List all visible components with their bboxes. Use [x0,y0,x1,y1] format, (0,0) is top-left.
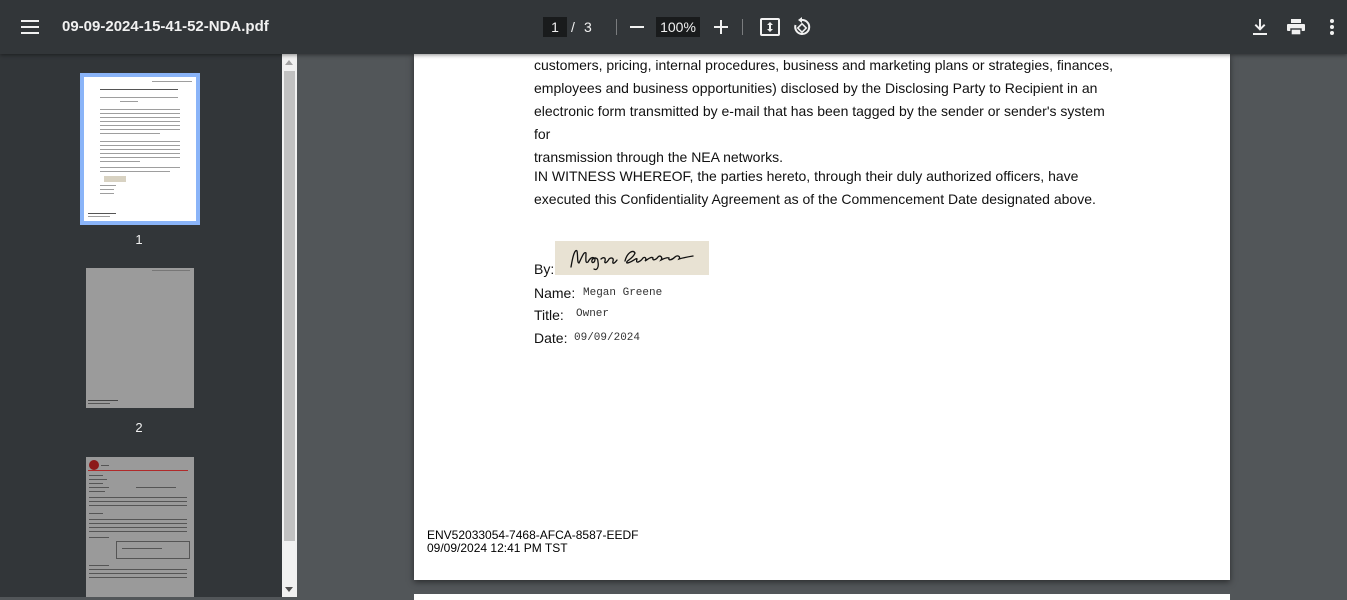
page-thumbnail-3[interactable] [86,457,194,597]
page-thumbnail-1[interactable] [80,73,200,225]
rotate-icon[interactable] [790,15,814,39]
envelope-timestamp: 09/09/2024 12:41 PM TST [427,541,568,555]
zoom-out-icon[interactable] [626,15,648,39]
paragraph-line: electronic form transmitted by e-mail th… [534,103,1105,142]
title-value: Owner [576,308,610,320]
title-label: Title: [534,307,564,323]
thumbnail-page-content [86,79,194,219]
confidential-info-paragraph: customers, pricing, internal procedures,… [534,54,1114,169]
download-icon[interactable] [1248,15,1272,39]
sidebar-scrollbar[interactable] [282,54,297,597]
thumbnail-sidebar: 1 2 [0,54,282,597]
signature-image [555,241,709,275]
name-label: Name: [534,285,576,301]
scroll-down-arrow-icon[interactable] [285,587,293,592]
total-pages: 3 [584,19,592,35]
zoom-in-icon[interactable] [710,15,732,39]
paragraph-line: customers, pricing, internal procedures,… [534,57,1113,73]
document-page: customers, pricing, internal procedures,… [414,54,1230,580]
print-icon[interactable] [1284,15,1308,39]
toolbar-divider [742,19,743,35]
fit-to-page-icon[interactable] [758,15,782,39]
paragraph-line: employees and business opportunities) di… [534,80,1098,96]
next-page-edge [414,594,1230,600]
file-title: 09-09-2024-15-41-52-NDA.pdf [62,18,269,35]
scroll-up-arrow-icon[interactable] [285,60,293,65]
name-value: Megan Greene [583,287,663,299]
pdf-toolbar: 09-09-2024-15-41-52-NDA.pdf / 3 [0,0,1347,54]
date-label: Date: [534,330,568,346]
thumbnail-label: 2 [135,420,143,435]
toolbar-divider [616,19,617,35]
page-separator: / [571,19,575,35]
paragraph-line: IN WITNESS WHEREOF, the parties hereto, … [534,168,1079,184]
by-label: By: [534,261,555,277]
scrollbar-thumb[interactable] [284,71,295,541]
menu-icon[interactable] [14,11,46,43]
page-number-input[interactable] [543,17,567,37]
witness-paragraph: IN WITNESS WHEREOF, the parties hereto, … [534,165,1114,211]
more-vert-icon[interactable] [1322,15,1342,39]
page-thumbnail-2[interactable] [86,268,194,408]
date-value: 09/09/2024 [574,332,641,344]
paragraph-line: executed this Confidentiality Agreement … [534,191,1096,207]
thumbnail-label: 1 [135,232,143,247]
zoom-level-input[interactable] [656,17,700,37]
envelope-footer: ENV52033054-7468-AFCA-8587-EEDF 09/09/20… [427,529,638,555]
